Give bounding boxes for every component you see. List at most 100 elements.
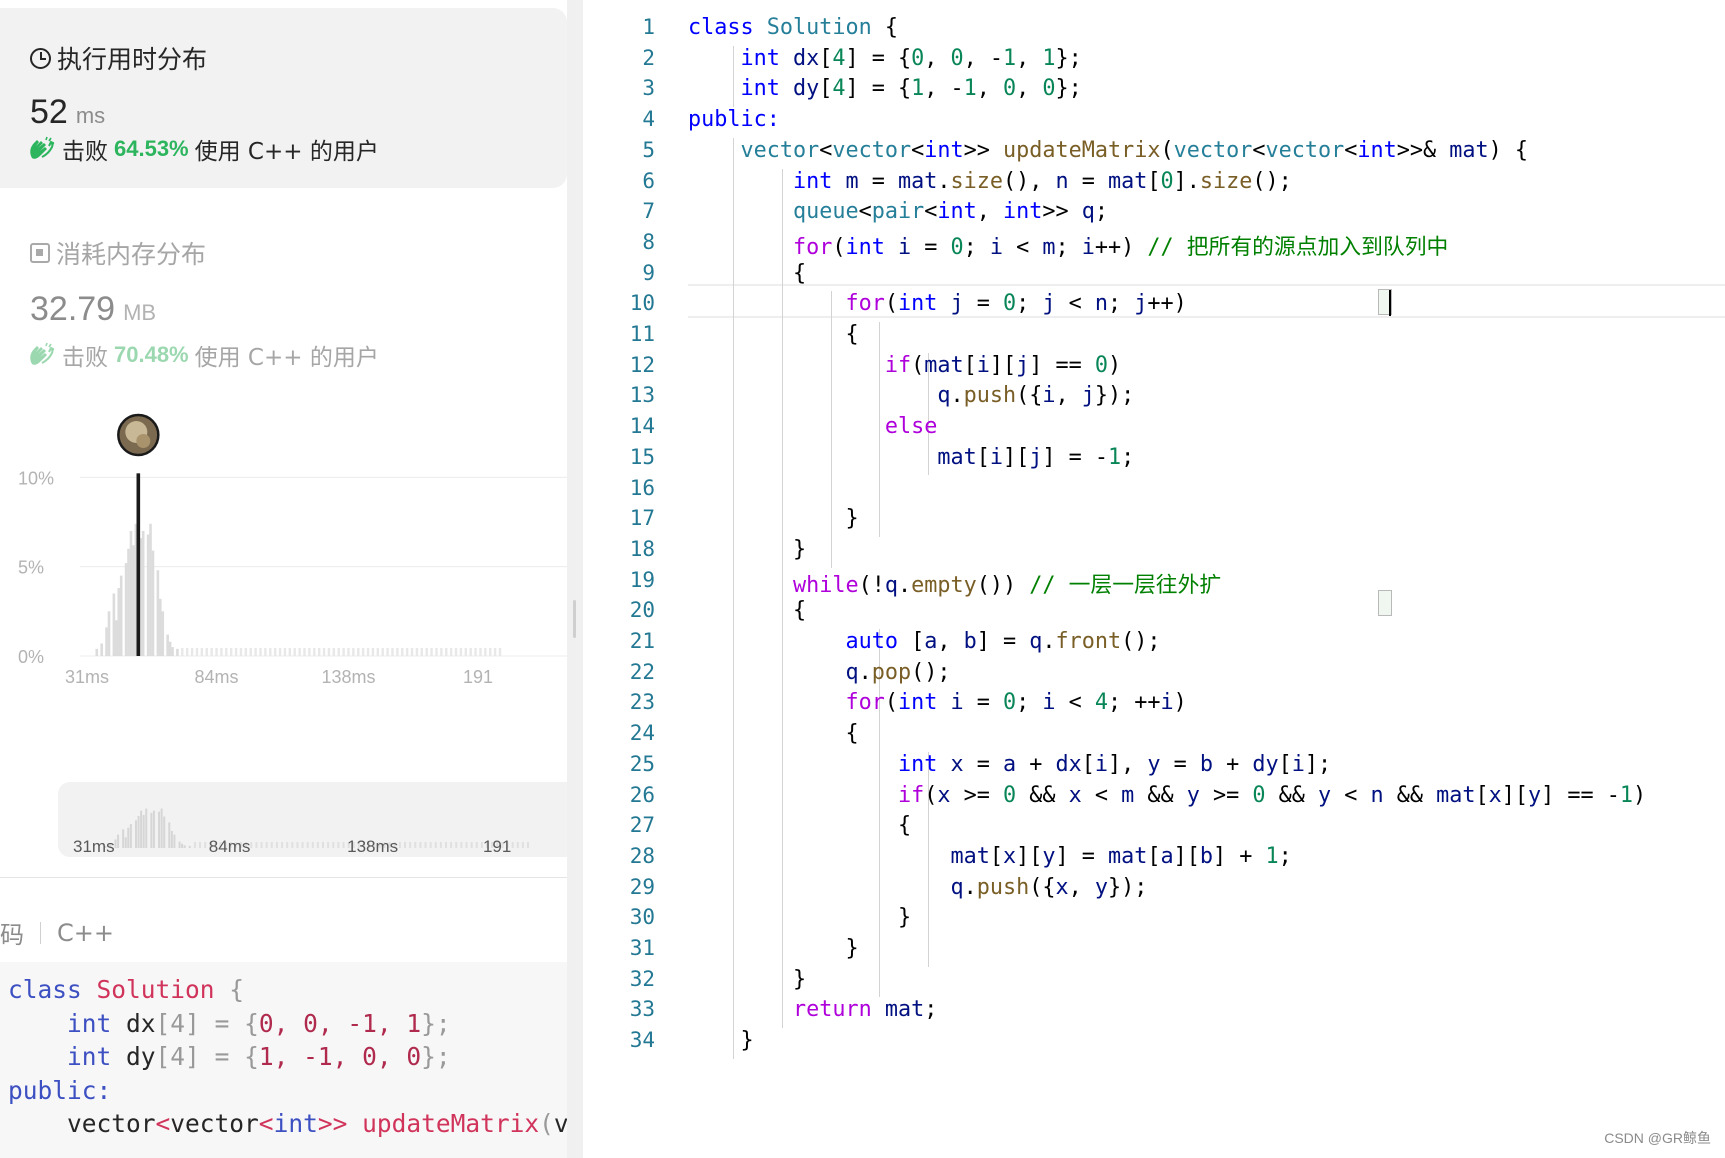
histogram-bar (342, 648, 345, 656)
overview-bar (460, 842, 463, 848)
code-line[interactable]: q.push({x, y}); (688, 875, 1147, 900)
overview-bar (475, 842, 478, 848)
code-line[interactable]: auto [a, b] = q.front(); (688, 629, 1160, 654)
code-preview-line: vector<vector<int>> updateMatrix(v (8, 1109, 567, 1138)
code-line[interactable]: int dx[4] = {0, 0, -1, 1}; (688, 46, 1082, 71)
line-number: 17 (629, 506, 655, 531)
histogram-bar (454, 648, 458, 656)
code-line[interactable]: int x = a + dx[i], y = b + dy[i]; (688, 752, 1331, 777)
code-line[interactable]: else (688, 414, 938, 439)
overview-bar (129, 824, 132, 848)
overview-bar (409, 842, 412, 848)
code-line[interactable]: q.pop(); (688, 660, 950, 685)
overview-bar (450, 842, 453, 848)
code-line[interactable]: for(int j = 0; j < n; j++) (688, 291, 1186, 316)
runtime-value: 52 ms (30, 93, 105, 132)
overview-bar (296, 842, 299, 848)
code-line[interactable]: int m = mat.size(), n = mat[0].size(); (688, 169, 1292, 194)
code-line[interactable]: } (688, 537, 806, 562)
overview-bar (337, 842, 340, 848)
overview-bar (455, 842, 458, 848)
histogram-bar (489, 648, 492, 656)
code-line[interactable]: { (688, 721, 858, 746)
splitter-grip-handle[interactable] (573, 600, 576, 638)
code-line[interactable]: while(!q.empty()) // 一层一层往外扩 (688, 568, 1221, 599)
submission-detail-panel: 执行用时分布 52 ms 击败 64.53% 使用 C++ 的用户 消耗内存分布… (0, 0, 567, 1158)
overview-bar (322, 842, 325, 848)
histogram-bar (322, 648, 326, 656)
submitted-code-preview[interactable]: class Solution { int dx[4] = {0, 0, -1, … (0, 962, 567, 1158)
overview-bars: 31ms 84ms 138ms 191 (73, 808, 529, 856)
histogram-bar (381, 648, 384, 656)
code-line[interactable]: { (688, 813, 911, 838)
code-line[interactable]: { (688, 322, 858, 347)
histogram-bar (298, 648, 301, 656)
overview-bar (152, 810, 155, 848)
runtime-card[interactable]: 执行用时分布 52 ms 击败 64.53% 使用 C++ 的用户 (0, 8, 567, 188)
code-line[interactable]: for(int i = 0; i < m; i++) // 把所有的源点加入到队… (688, 230, 1448, 261)
code-line[interactable]: if(mat[i][j] == 0) (688, 353, 1121, 378)
code-preview-line: public: (8, 1075, 112, 1105)
overview-bar (181, 843, 184, 848)
x-tick-label: 191 (463, 667, 493, 687)
code-line[interactable]: for(int i = 0; i < 4; ++i) (688, 690, 1186, 715)
y-tick-label: 10% (18, 468, 54, 488)
histogram-bar (100, 643, 103, 656)
overview-bar (281, 842, 284, 848)
code-line[interactable]: if(x >= 0 && x < m && y >= 0 && y < n &&… (688, 783, 1646, 808)
code-line[interactable]: } (688, 967, 806, 992)
code-line[interactable]: public: (688, 107, 780, 132)
histogram-bar (313, 648, 316, 656)
code-line[interactable]: { (688, 598, 806, 623)
overview-bar (316, 842, 319, 848)
code-line[interactable]: { (688, 261, 806, 286)
line-number: 3 (642, 76, 655, 101)
overview-bar (137, 816, 140, 848)
code-line[interactable]: } (688, 506, 858, 531)
code-editor[interactable]: 1 2 3 4 5 6 7 8 9 10 11 12 13 14 15 16 17 18 19 20 21 22 23 24 2… (583, 0, 1725, 1158)
chip-icon (30, 243, 50, 263)
histogram-bar (430, 648, 433, 656)
line-number: 1 (642, 15, 655, 39)
overview-bar (173, 834, 176, 848)
code-line[interactable]: return mat; (688, 997, 937, 1022)
histogram-bar (132, 545, 135, 656)
code-line[interactable]: queue<pair<int, int>> q; (688, 199, 1108, 224)
code-tab-label[interactable]: 码 (0, 915, 24, 950)
overview-bar (122, 829, 125, 848)
histogram-bar (254, 648, 257, 656)
y-tick-label: 5% (18, 558, 44, 578)
code-line[interactable]: class Solution { (688, 15, 898, 40)
code-line[interactable]: mat[i][j] = -1; (688, 445, 1134, 470)
code-line[interactable]: mat[x][y] = mat[a][b] + 1; (688, 844, 1291, 869)
overview-bar (158, 811, 161, 848)
panel-splitter[interactable] (567, 0, 583, 1158)
code-line[interactable]: } (688, 905, 911, 930)
code-line[interactable]: vector<vector<int>> updateMatrix(vector<… (688, 138, 1528, 163)
overview-bar (424, 842, 427, 848)
line-number: 11 (629, 322, 655, 346)
code-line[interactable]: int dy[4] = {1, -1, 0, 0}; (688, 76, 1082, 101)
histogram-bar (127, 548, 130, 656)
line-number: 28 (629, 843, 655, 868)
watermark: CSDN @GR鲸鱼 (1604, 1130, 1711, 1146)
histogram-bar (386, 648, 389, 656)
overview-bar (291, 842, 294, 848)
code-preview-line: int dx[4] = {0, 0, -1, 1}; (67, 1008, 451, 1038)
chart-overview-scrubber[interactable]: 31ms 84ms 138ms 191 (58, 782, 567, 857)
overview-bar (511, 842, 514, 848)
divider (0, 877, 567, 878)
code-line[interactable]: } (688, 1028, 753, 1053)
runtime-distribution-chart[interactable]: 15% 10% 5% 0% 31ms 84ms 138ms 191 (0, 395, 567, 765)
histogram-bar (249, 648, 252, 656)
code-line[interactable]: q.push({i, j}); (688, 383, 1134, 408)
runtime-beat-line: 击败 64.53% 使用 C++ 的用户 (28, 132, 379, 166)
histogram-bar (352, 648, 355, 656)
overview-tick-label: 191 (483, 837, 511, 856)
histogram-bar (332, 648, 336, 656)
histogram-bar (124, 563, 128, 656)
overview-bar (193, 842, 196, 848)
runtime-unit: ms (75, 103, 106, 128)
histogram-bar (396, 648, 399, 656)
code-line[interactable]: } (688, 936, 858, 961)
